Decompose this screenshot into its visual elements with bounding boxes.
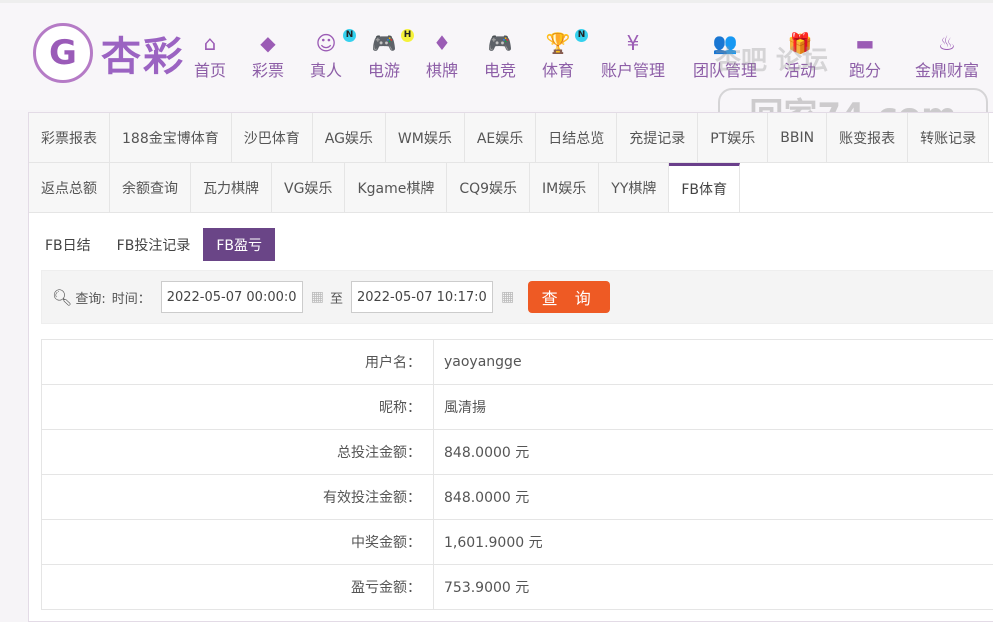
tab[interactable]: 充提记录 bbox=[617, 113, 698, 162]
team-icon: 👥 bbox=[693, 31, 757, 55]
row-label: 总投注金额： bbox=[42, 430, 434, 475]
tab[interactable]: PT娱乐 bbox=[698, 113, 768, 162]
row-value: 848.0000 元 bbox=[434, 475, 993, 520]
nav-item[interactable]: ◆彩票 bbox=[252, 31, 284, 81]
row-label: 用户名： bbox=[42, 340, 434, 385]
tab[interactable]: VG娱乐 bbox=[272, 163, 345, 212]
trophy-icon: 🏆N bbox=[542, 31, 574, 55]
tab[interactable]: 返点总额 bbox=[29, 163, 110, 212]
nav-item[interactable]: ☺N真人 bbox=[310, 31, 342, 81]
subtab[interactable]: FB日结 bbox=[32, 228, 104, 261]
logo-emblem-icon: G bbox=[33, 23, 93, 83]
tab[interactable]: 账变报表 bbox=[827, 113, 908, 162]
subtab[interactable]: FB盈亏 bbox=[203, 228, 275, 261]
nav-label: 体育 bbox=[542, 57, 574, 81]
tab[interactable]: 余额查询 bbox=[110, 163, 191, 212]
badge: N bbox=[343, 29, 356, 42]
row-label: 有效投注金额： bbox=[42, 475, 434, 520]
row-value: 848.0000 元 bbox=[434, 430, 993, 475]
tab[interactable]: YY棋牌 bbox=[599, 163, 669, 212]
nav-item[interactable]: 🏆N体育 bbox=[542, 31, 574, 81]
nav-item[interactable]: 🎮电竞 bbox=[484, 31, 516, 81]
top-nav: G 杏彩 ⌂首页◆彩票☺N真人🎮H电游♦棋牌🎮电竞🏆N体育¥账户管理👥团队管理🎁… bbox=[0, 0, 993, 110]
nav-item[interactable]: 👥团队管理 bbox=[693, 31, 757, 81]
tab[interactable]: 日结总览 bbox=[536, 113, 617, 162]
tab[interactable]: BBIN bbox=[768, 113, 827, 162]
yen-coin-icon: ¥ bbox=[601, 31, 665, 55]
table-row: 用户名：yaoyangge bbox=[42, 340, 993, 385]
summary-table: 用户名：yaoyangge昵称：風清揚总投注金额：848.0000 元有效投注金… bbox=[41, 339, 993, 610]
esports-gamepad-icon: 🎮 bbox=[484, 31, 516, 55]
tab[interactable]: 沙巴体育 bbox=[232, 113, 313, 162]
nav-label: 真人 bbox=[310, 57, 342, 81]
table-row: 中奖金额：1,601.9000 元 bbox=[42, 520, 993, 565]
tab[interactable]: 188金宝博体育 bbox=[110, 113, 232, 162]
calendar-icon[interactable]: ▦ bbox=[501, 289, 514, 305]
live-dealer-icon: ☺N bbox=[310, 31, 342, 55]
report-panel: 彩票报表188金宝博体育沙巴体育AG娱乐WM娱乐AE娱乐日结总览充提记录PT娱乐… bbox=[28, 112, 993, 622]
query-label: 查询: bbox=[75, 288, 105, 307]
calendar-icon[interactable]: ▦ bbox=[311, 289, 324, 305]
tab[interactable]: 彩票报表 bbox=[29, 113, 110, 162]
badge: H bbox=[401, 29, 414, 42]
subtab[interactable]: FB投注记录 bbox=[104, 228, 204, 261]
nav-item[interactable]: ▬跑分 bbox=[849, 31, 881, 81]
nav-item[interactable]: ♨金鼎财富 bbox=[915, 31, 979, 81]
row-value: yaoyangge bbox=[434, 340, 993, 385]
tab[interactable]: AE娱乐 bbox=[465, 113, 536, 162]
tab[interactable]: AG娱乐 bbox=[313, 113, 386, 162]
nav-label: 团队管理 bbox=[693, 57, 757, 81]
nav-label: 电游 bbox=[368, 57, 400, 81]
query-button[interactable]: 查 询 bbox=[528, 281, 610, 313]
tab[interactable]: Kgame棋牌 bbox=[345, 163, 447, 212]
tab[interactable]: WM娱乐 bbox=[386, 113, 465, 162]
table-row: 有效投注金额：848.0000 元 bbox=[42, 475, 993, 520]
tab[interactable]: 瓦力棋牌 bbox=[191, 163, 272, 212]
nav-item[interactable]: ♦棋牌 bbox=[426, 31, 458, 81]
row-value: 風清揚 bbox=[434, 385, 993, 430]
row-value: 753.9000 元 bbox=[434, 565, 993, 610]
nav-item[interactable]: 🎮H电游 bbox=[368, 31, 400, 81]
nav-item[interactable]: ⌂首页 bbox=[194, 31, 226, 81]
to-label: 至 bbox=[330, 288, 343, 307]
start-time-input[interactable] bbox=[161, 281, 303, 313]
nav-label: 电竞 bbox=[484, 57, 516, 81]
row-value: 1,601.9000 元 bbox=[434, 520, 993, 565]
tab[interactable]: 转账记录 bbox=[908, 113, 989, 162]
table-row: 昵称：風清揚 bbox=[42, 385, 993, 430]
table-row: 总投注金额：848.0000 元 bbox=[42, 430, 993, 475]
row-label: 盈亏金额： bbox=[42, 565, 434, 610]
row-label: 中奖金额： bbox=[42, 520, 434, 565]
nav-label: 首页 bbox=[194, 57, 226, 81]
search-icon: 🔍︎ bbox=[52, 288, 72, 307]
nav-label: 金鼎财富 bbox=[915, 57, 979, 81]
nav-label: 棋牌 bbox=[426, 57, 458, 81]
nav-label: 彩票 bbox=[252, 57, 284, 81]
time-label: 时间： bbox=[112, 288, 151, 307]
nav-label: 跑分 bbox=[849, 57, 881, 81]
cards-icon: ♦ bbox=[426, 31, 458, 55]
nav-label: 活动 bbox=[784, 57, 816, 81]
tab[interactable]: IM娱乐 bbox=[530, 163, 599, 212]
rhino-icon: ▬ bbox=[849, 31, 881, 55]
nav-item[interactable]: ¥账户管理 bbox=[601, 31, 665, 81]
ticket-icon: ◆ bbox=[252, 31, 284, 55]
cauldron-icon: ♨ bbox=[915, 31, 979, 55]
end-time-input[interactable] bbox=[351, 281, 493, 313]
nav-label: 账户管理 bbox=[601, 57, 665, 81]
tab[interactable]: FB体育 bbox=[669, 163, 740, 212]
home-icon: ⌂ bbox=[194, 31, 226, 55]
tab[interactable]: CQ9娱乐 bbox=[447, 163, 530, 212]
logo-text: 杏彩 bbox=[101, 24, 185, 82]
logo[interactable]: G 杏彩 bbox=[33, 23, 185, 83]
gift-icon: 🎁 bbox=[784, 31, 816, 55]
nav-item[interactable]: 🎁活动 bbox=[784, 31, 816, 81]
query-bar: 🔍︎ 查询: 时间： ▦ 至 ▦ 查 询 bbox=[41, 270, 993, 324]
row-label: 昵称： bbox=[42, 385, 434, 430]
gamepad-icon: 🎮H bbox=[368, 31, 400, 55]
badge: N bbox=[575, 29, 588, 42]
table-row: 盈亏金额：753.9000 元 bbox=[42, 565, 993, 610]
